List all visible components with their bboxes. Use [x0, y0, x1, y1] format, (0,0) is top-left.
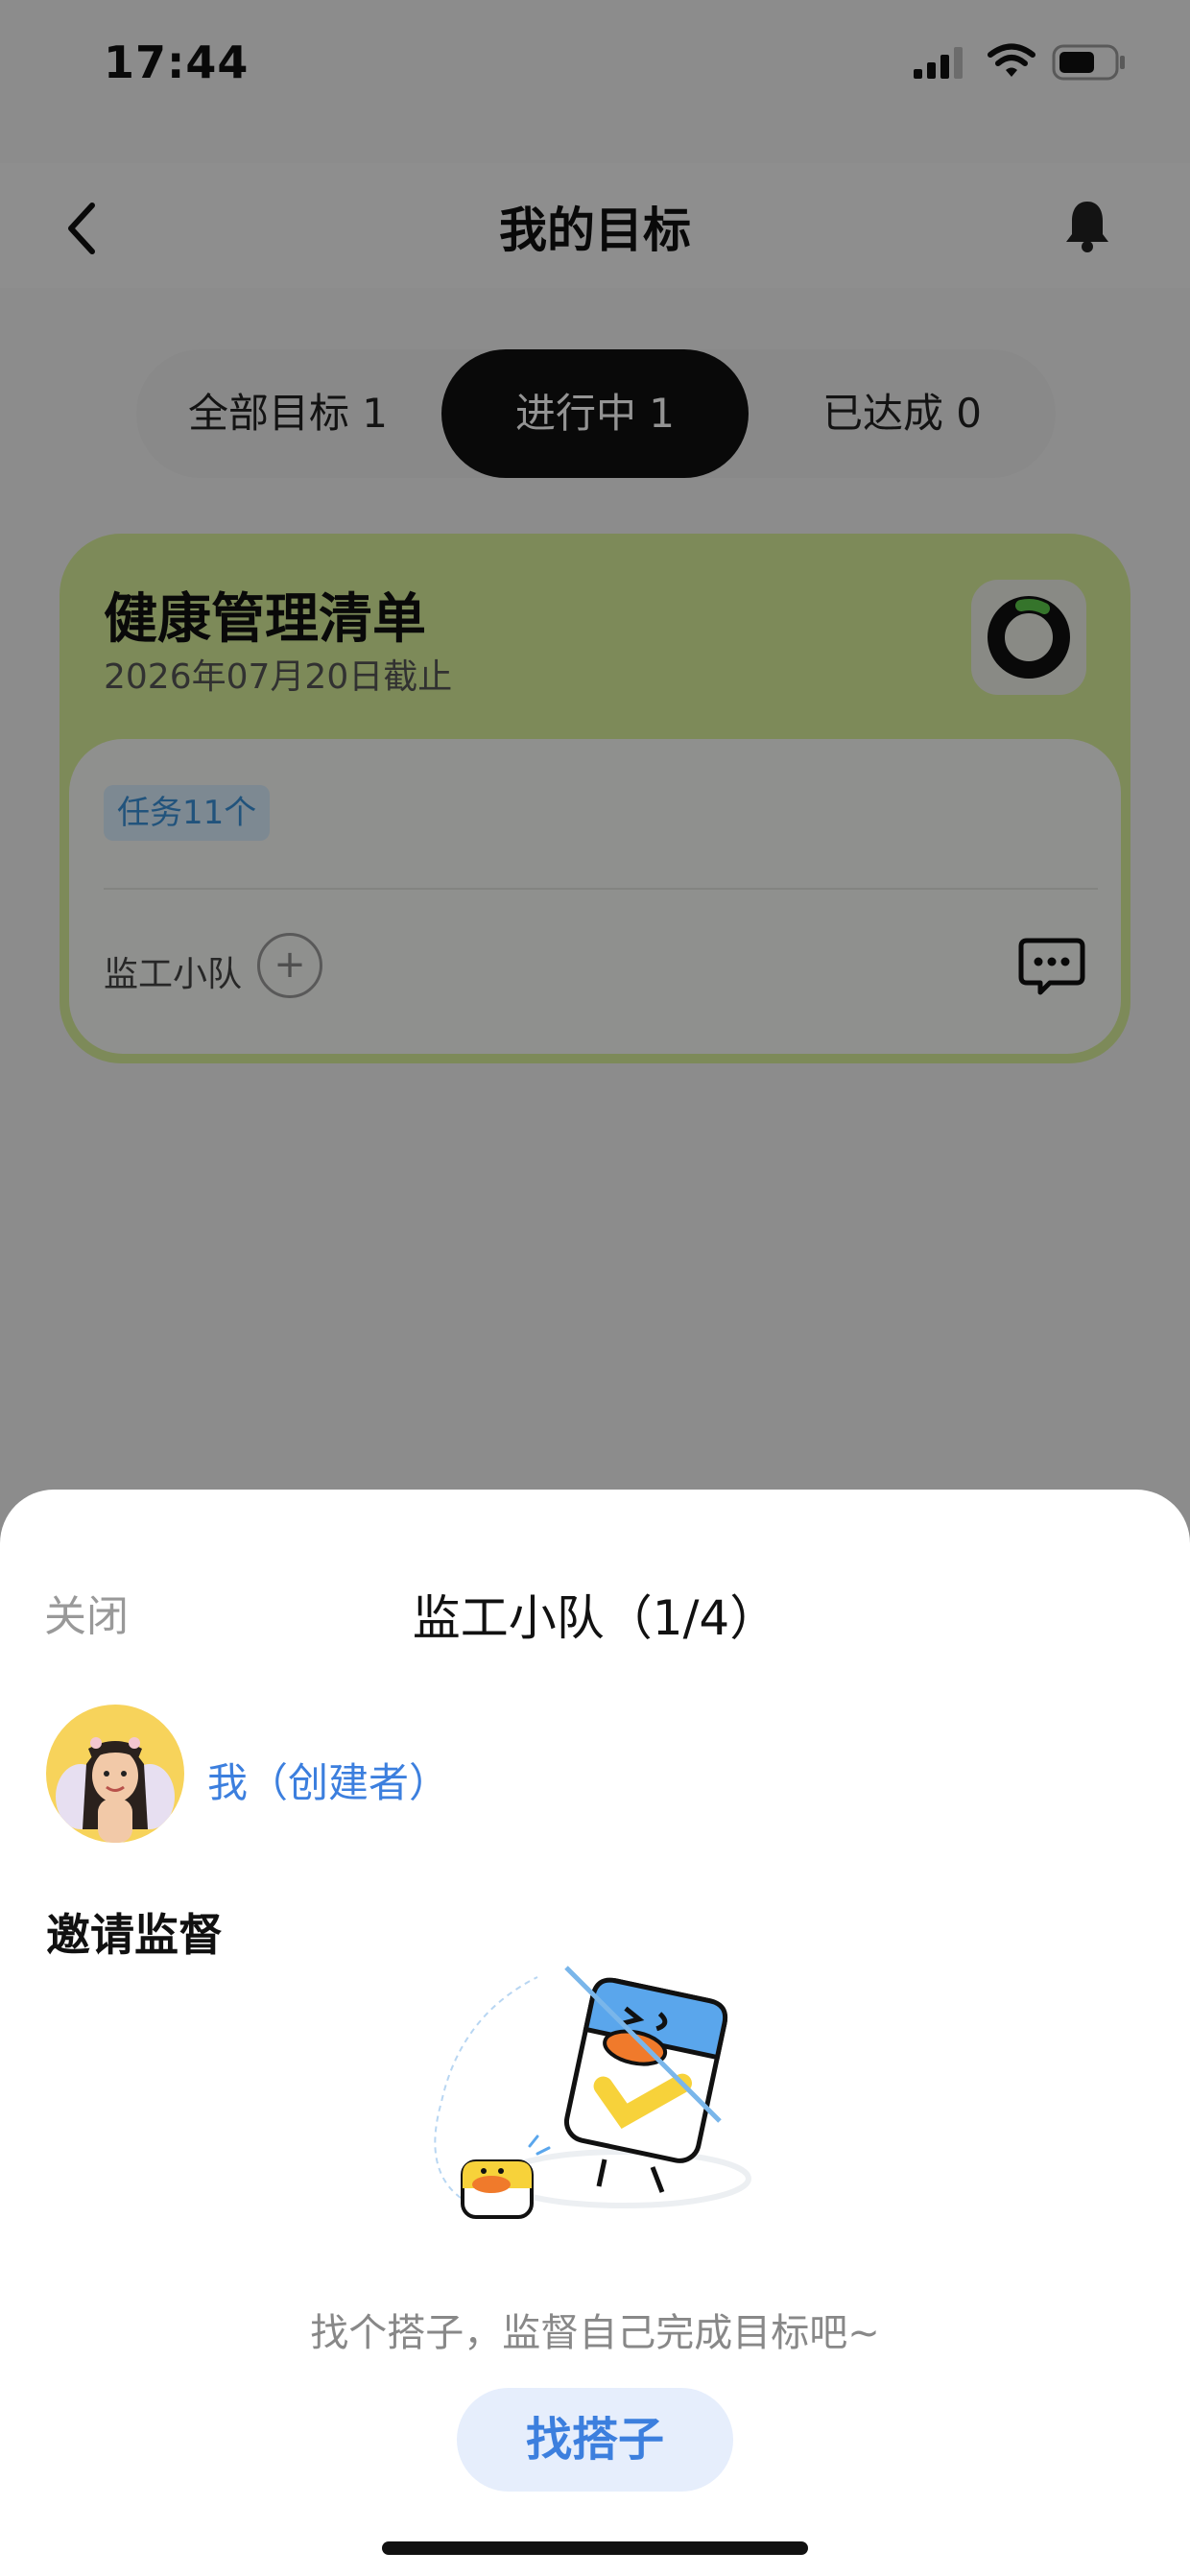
avatar-icon: [56, 1737, 175, 1843]
avatar: [46, 1705, 184, 1843]
invite-heading: 邀请监督: [46, 1909, 223, 1961]
sheet-title: 监工小队（1/4）: [412, 1590, 778, 1646]
member-creator-label: 我（创建者）: [207, 1759, 450, 1806]
invite-hint: 找个搭子，监督自己完成目标吧~: [310, 2311, 880, 2355]
home-indicator: [382, 2541, 808, 2555]
supervision-illustration-icon: [434, 1966, 751, 2219]
find-partner-button[interactable]: 找搭子: [457, 2388, 733, 2492]
